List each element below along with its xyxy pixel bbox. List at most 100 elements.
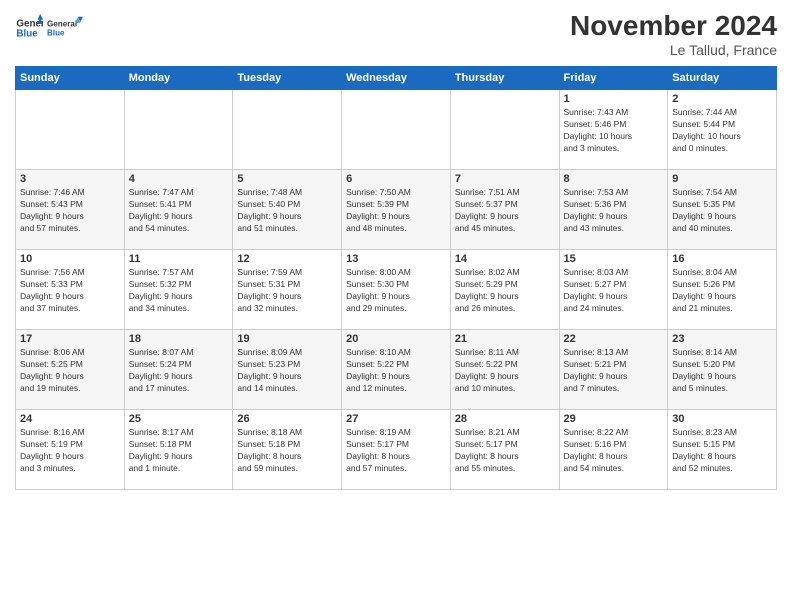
day-info: Sunrise: 8:07 AM Sunset: 5:24 PM Dayligh… — [129, 347, 229, 395]
day-number: 1 — [564, 93, 664, 105]
day-info: Sunrise: 8:11 AM Sunset: 5:22 PM Dayligh… — [455, 347, 555, 395]
calendar-cell: 11Sunrise: 7:57 AM Sunset: 5:32 PM Dayli… — [124, 250, 233, 330]
calendar-cell: 15 Sunrise: 8:03 AM Sunset: 5:27 PM Dayli… — [559, 250, 668, 330]
day-info: Sunrise: 8:17 AM Sunset: 5:18 PM Dayligh… — [129, 427, 229, 475]
day-number: 8 — [564, 173, 664, 185]
calendar-cell: 25 Sunrise: 8:17 AM Sunset: 5:18 PM Dayli… — [124, 410, 233, 490]
logo-icon: General Blue — [15, 14, 43, 42]
day-number: 20 — [346, 333, 446, 345]
calendar-week-5: 24 Sunrise: 8:16 AM Sunset: 5:19 PM Dayli… — [16, 410, 777, 490]
calendar-cell: 28 Sunrise: 8:21 AM Sunset: 5:17 PM Dayli… — [450, 410, 559, 490]
day-info: Sunrise: 7:53 AM Sunset: 5:36 PM Dayligh… — [564, 187, 664, 235]
day-info: Sunrise: 7:54 AM Sunset: 5:35 PM Dayligh… — [672, 187, 772, 235]
day-info: Sunrise: 8:19 AM Sunset: 5:17 PM Dayligh… — [346, 427, 446, 475]
col-monday: Monday — [124, 67, 233, 90]
calendar-cell: 3Sunrise: 7:46 AM Sunset: 5:43 PM Daylig… — [16, 170, 125, 250]
svg-text:General: General — [47, 20, 77, 29]
calendar-cell — [342, 90, 451, 170]
calendar-week-2: 3Sunrise: 7:46 AM Sunset: 5:43 PM Daylig… — [16, 170, 777, 250]
calendar-cell: 23 Sunrise: 8:14 AM Sunset: 5:20 PM Dayli… — [668, 330, 777, 410]
calendar-cell: 6 Sunrise: 7:50 AM Sunset: 5:39 PM Daylig… — [342, 170, 451, 250]
page: General Blue General Blue November 2024 … — [0, 0, 792, 612]
day-number: 30 — [672, 413, 772, 425]
day-number: 28 — [455, 413, 555, 425]
day-info: Sunrise: 8:02 AM Sunset: 5:29 PM Dayligh… — [455, 267, 555, 315]
calendar-cell: 26Sunrise: 8:18 AM Sunset: 5:18 PM Dayli… — [233, 410, 342, 490]
day-number: 24 — [20, 413, 120, 425]
day-info: Sunrise: 8:16 AM Sunset: 5:19 PM Dayligh… — [20, 427, 120, 475]
header: General Blue General Blue November 2024 … — [15, 10, 777, 58]
header-row: Sunday Monday Tuesday Wednesday Thursday… — [16, 67, 777, 90]
svg-text:Blue: Blue — [16, 28, 38, 39]
calendar-cell: 27 Sunrise: 8:19 AM Sunset: 5:17 PM Dayli… — [342, 410, 451, 490]
calendar-cell: 7 Sunrise: 7:51 AM Sunset: 5:37 PM Daylig… — [450, 170, 559, 250]
day-number: 23 — [672, 333, 772, 345]
calendar-cell: 16Sunrise: 8:04 AM Sunset: 5:26 PM Dayli… — [668, 250, 777, 330]
day-info: Sunrise: 8:09 AM Sunset: 5:23 PM Dayligh… — [237, 347, 337, 395]
location: Le Tallud, France — [570, 42, 777, 58]
day-number: 14 — [455, 253, 555, 265]
day-number: 6 — [346, 173, 446, 185]
day-number: 5 — [237, 173, 337, 185]
calendar-cell: 1 Sunrise: 7:43 AM Sunset: 5:46 PM Daylig… — [559, 90, 668, 170]
col-saturday: Saturday — [668, 67, 777, 90]
day-number: 12 — [237, 253, 337, 265]
day-number: 25 — [129, 413, 229, 425]
calendar-cell — [233, 90, 342, 170]
calendar-cell: 30 Sunrise: 8:23 AM Sunset: 5:15 PM Dayli… — [668, 410, 777, 490]
day-info: Sunrise: 7:51 AM Sunset: 5:37 PM Dayligh… — [455, 187, 555, 235]
day-info: Sunrise: 8:22 AM Sunset: 5:16 PM Dayligh… — [564, 427, 664, 475]
calendar-cell — [450, 90, 559, 170]
day-number: 13 — [346, 253, 446, 265]
logo: General Blue General Blue — [15, 10, 83, 46]
day-number: 16 — [672, 253, 772, 265]
day-info: Sunrise: 8:13 AM Sunset: 5:21 PM Dayligh… — [564, 347, 664, 395]
calendar-cell: 10Sunrise: 7:56 AM Sunset: 5:33 PM Dayli… — [16, 250, 125, 330]
calendar-cell: 13Sunrise: 8:00 AM Sunset: 5:30 PM Dayli… — [342, 250, 451, 330]
day-info: Sunrise: 8:10 AM Sunset: 5:22 PM Dayligh… — [346, 347, 446, 395]
day-info: Sunrise: 8:03 AM Sunset: 5:27 PM Dayligh… — [564, 267, 664, 315]
day-number: 4 — [129, 173, 229, 185]
day-number: 9 — [672, 173, 772, 185]
calendar-week-1: 1 Sunrise: 7:43 AM Sunset: 5:46 PM Daylig… — [16, 90, 777, 170]
day-number: 10 — [20, 253, 120, 265]
day-number: 22 — [564, 333, 664, 345]
day-info: Sunrise: 7:59 AM Sunset: 5:31 PM Dayligh… — [237, 267, 337, 315]
day-number: 29 — [564, 413, 664, 425]
day-number: 19 — [237, 333, 337, 345]
calendar-cell: 29 Sunrise: 8:22 AM Sunset: 5:16 PM Dayli… — [559, 410, 668, 490]
day-number: 21 — [455, 333, 555, 345]
calendar-cell: 18 Sunrise: 8:07 AM Sunset: 5:24 PM Dayli… — [124, 330, 233, 410]
col-wednesday: Wednesday — [342, 67, 451, 90]
calendar-cell: 4Sunrise: 7:47 AM Sunset: 5:41 PM Daylig… — [124, 170, 233, 250]
calendar-cell: 17Sunrise: 8:06 AM Sunset: 5:25 PM Dayli… — [16, 330, 125, 410]
day-number: 18 — [129, 333, 229, 345]
day-number: 15 — [564, 253, 664, 265]
calendar-cell: 8 Sunrise: 7:53 AM Sunset: 5:36 PM Daylig… — [559, 170, 668, 250]
day-info: Sunrise: 8:21 AM Sunset: 5:17 PM Dayligh… — [455, 427, 555, 475]
calendar-cell: 24 Sunrise: 8:16 AM Sunset: 5:19 PM Dayli… — [16, 410, 125, 490]
calendar-cell: 19 Sunrise: 8:09 AM Sunset: 5:23 PM Dayli… — [233, 330, 342, 410]
col-friday: Friday — [559, 67, 668, 90]
day-info: Sunrise: 8:18 AM Sunset: 5:18 PM Dayligh… — [237, 427, 337, 475]
day-number: 27 — [346, 413, 446, 425]
calendar-cell — [124, 90, 233, 170]
day-number: 3 — [20, 173, 120, 185]
calendar-week-4: 17Sunrise: 8:06 AM Sunset: 5:25 PM Dayli… — [16, 330, 777, 410]
calendar-cell: 14 Sunrise: 8:02 AM Sunset: 5:29 PM Dayli… — [450, 250, 559, 330]
day-info: Sunrise: 7:44 AM Sunset: 5:44 PM Dayligh… — [672, 107, 772, 155]
day-info: Sunrise: 7:50 AM Sunset: 5:39 PM Dayligh… — [346, 187, 446, 235]
day-info: Sunrise: 8:14 AM Sunset: 5:20 PM Dayligh… — [672, 347, 772, 395]
day-info: Sunrise: 7:43 AM Sunset: 5:46 PM Dayligh… — [564, 107, 664, 155]
col-thursday: Thursday — [450, 67, 559, 90]
calendar-week-3: 10Sunrise: 7:56 AM Sunset: 5:33 PM Dayli… — [16, 250, 777, 330]
col-tuesday: Tuesday — [233, 67, 342, 90]
calendar-cell: 5 Sunrise: 7:48 AM Sunset: 5:40 PM Daylig… — [233, 170, 342, 250]
calendar-cell: 22 Sunrise: 8:13 AM Sunset: 5:21 PM Dayli… — [559, 330, 668, 410]
calendar-cell: 2Sunrise: 7:44 AM Sunset: 5:44 PM Daylig… — [668, 90, 777, 170]
day-info: Sunrise: 7:48 AM Sunset: 5:40 PM Dayligh… — [237, 187, 337, 235]
day-number: 7 — [455, 173, 555, 185]
day-info: Sunrise: 8:06 AM Sunset: 5:25 PM Dayligh… — [20, 347, 120, 395]
calendar-cell: 12 Sunrise: 7:59 AM Sunset: 5:31 PM Dayli… — [233, 250, 342, 330]
day-info: Sunrise: 8:23 AM Sunset: 5:15 PM Dayligh… — [672, 427, 772, 475]
